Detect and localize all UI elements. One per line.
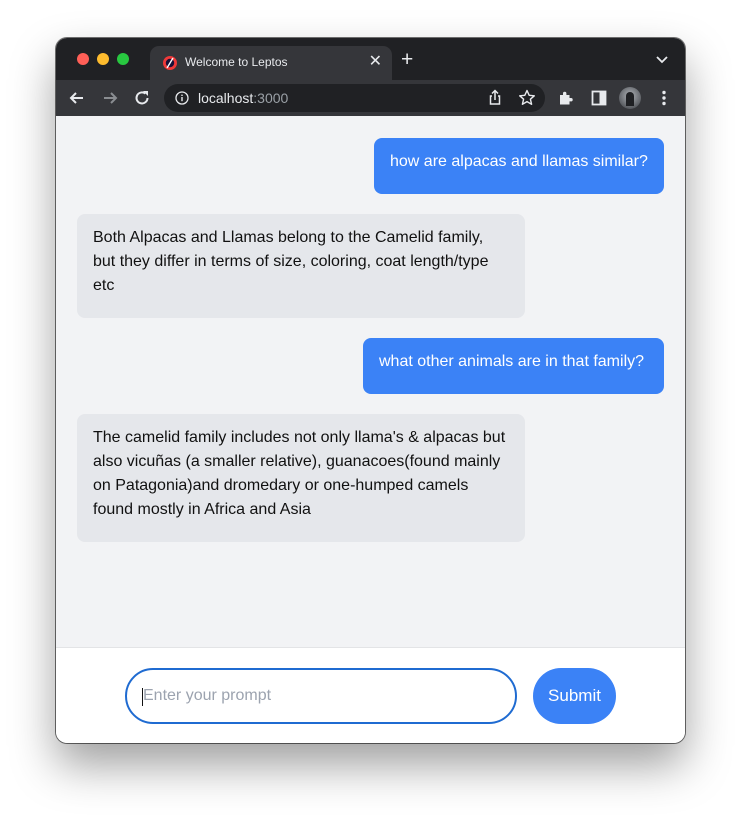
side-panel-icon[interactable] <box>589 88 609 108</box>
new-tab-button[interactable]: + <box>401 49 413 71</box>
maximize-window-button[interactable] <box>117 53 129 65</box>
assistant-message: Both Alpacas and Llamas belong to the Ca… <box>77 214 525 318</box>
text-caret <box>142 688 143 706</box>
url-port: :3000 <box>253 90 289 106</box>
star-bookmark-icon[interactable] <box>517 88 537 108</box>
url-host: localhost <box>198 90 254 106</box>
minimize-window-button[interactable] <box>97 53 109 65</box>
reload-icon[interactable] <box>132 88 152 108</box>
tab-active[interactable]: Welcome to Leptos ✕ <box>150 46 392 80</box>
leptos-favicon-icon <box>163 56 177 70</box>
prompt-input[interactable] <box>125 668 517 724</box>
tab-strip: Welcome to Leptos ✕ + <box>56 38 685 80</box>
assistant-message: The camelid family includes not only lla… <box>77 414 525 542</box>
forward-arrow-icon[interactable] <box>100 88 120 108</box>
submit-button[interactable]: Submit <box>533 668 616 724</box>
profile-avatar[interactable] <box>619 87 641 109</box>
info-icon[interactable] <box>175 91 189 105</box>
browser-window: Welcome to Leptos ✕ + localhost:3000 how… <box>56 38 685 743</box>
chevron-down-icon[interactable] <box>654 51 670 67</box>
tab-close-icon[interactable]: ✕ <box>369 53 382 71</box>
kebab-menu-icon[interactable] <box>654 88 674 108</box>
back-arrow-icon[interactable] <box>67 88 87 108</box>
user-message: how are alpacas and llamas similar? <box>374 138 664 194</box>
chat-log: how are alpacas and llamas similar? Both… <box>56 116 685 647</box>
close-window-button[interactable] <box>77 53 89 65</box>
tab-title: Welcome to Leptos <box>185 55 288 69</box>
address-bar[interactable]: localhost:3000 <box>164 84 545 112</box>
browser-toolbar: localhost:3000 <box>56 80 685 116</box>
url-text: localhost:3000 <box>198 90 288 106</box>
composer-bar: Submit <box>56 647 685 743</box>
share-icon[interactable] <box>485 88 505 108</box>
extensions-puzzle-icon[interactable] <box>556 88 576 108</box>
user-message: what other animals are in that family? <box>363 338 664 394</box>
